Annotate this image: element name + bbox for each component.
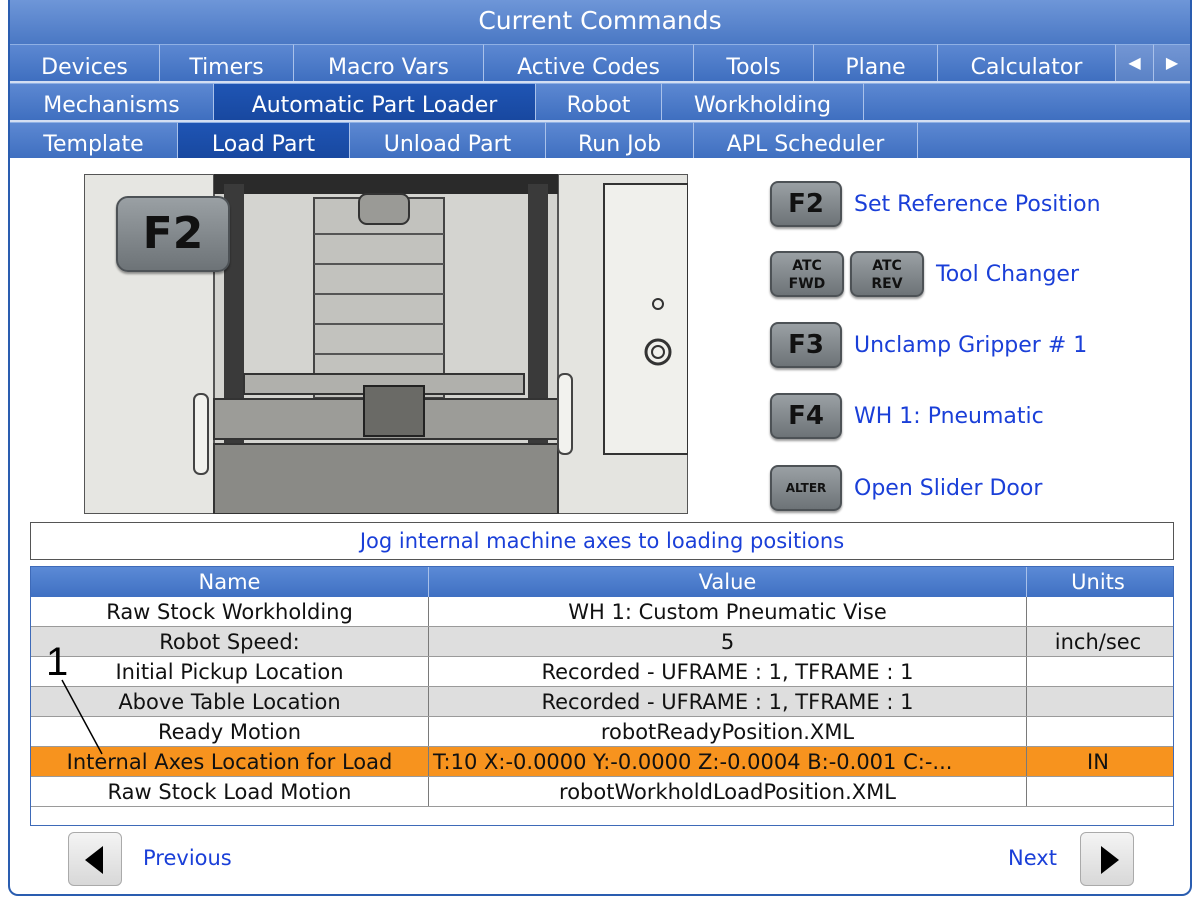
next-button[interactable] [1080, 832, 1134, 886]
callout-number: 1 [46, 640, 69, 684]
previous-button[interactable] [68, 832, 122, 886]
left-triangle-icon [85, 846, 103, 874]
callout-leader-line [61, 679, 103, 755]
right-triangle-icon [1101, 846, 1119, 874]
current-commands-window: Current Commands Devices Timers Macro Va… [8, 0, 1192, 896]
previous-label[interactable]: Previous [143, 846, 232, 870]
next-label[interactable]: Next [1008, 846, 1057, 870]
